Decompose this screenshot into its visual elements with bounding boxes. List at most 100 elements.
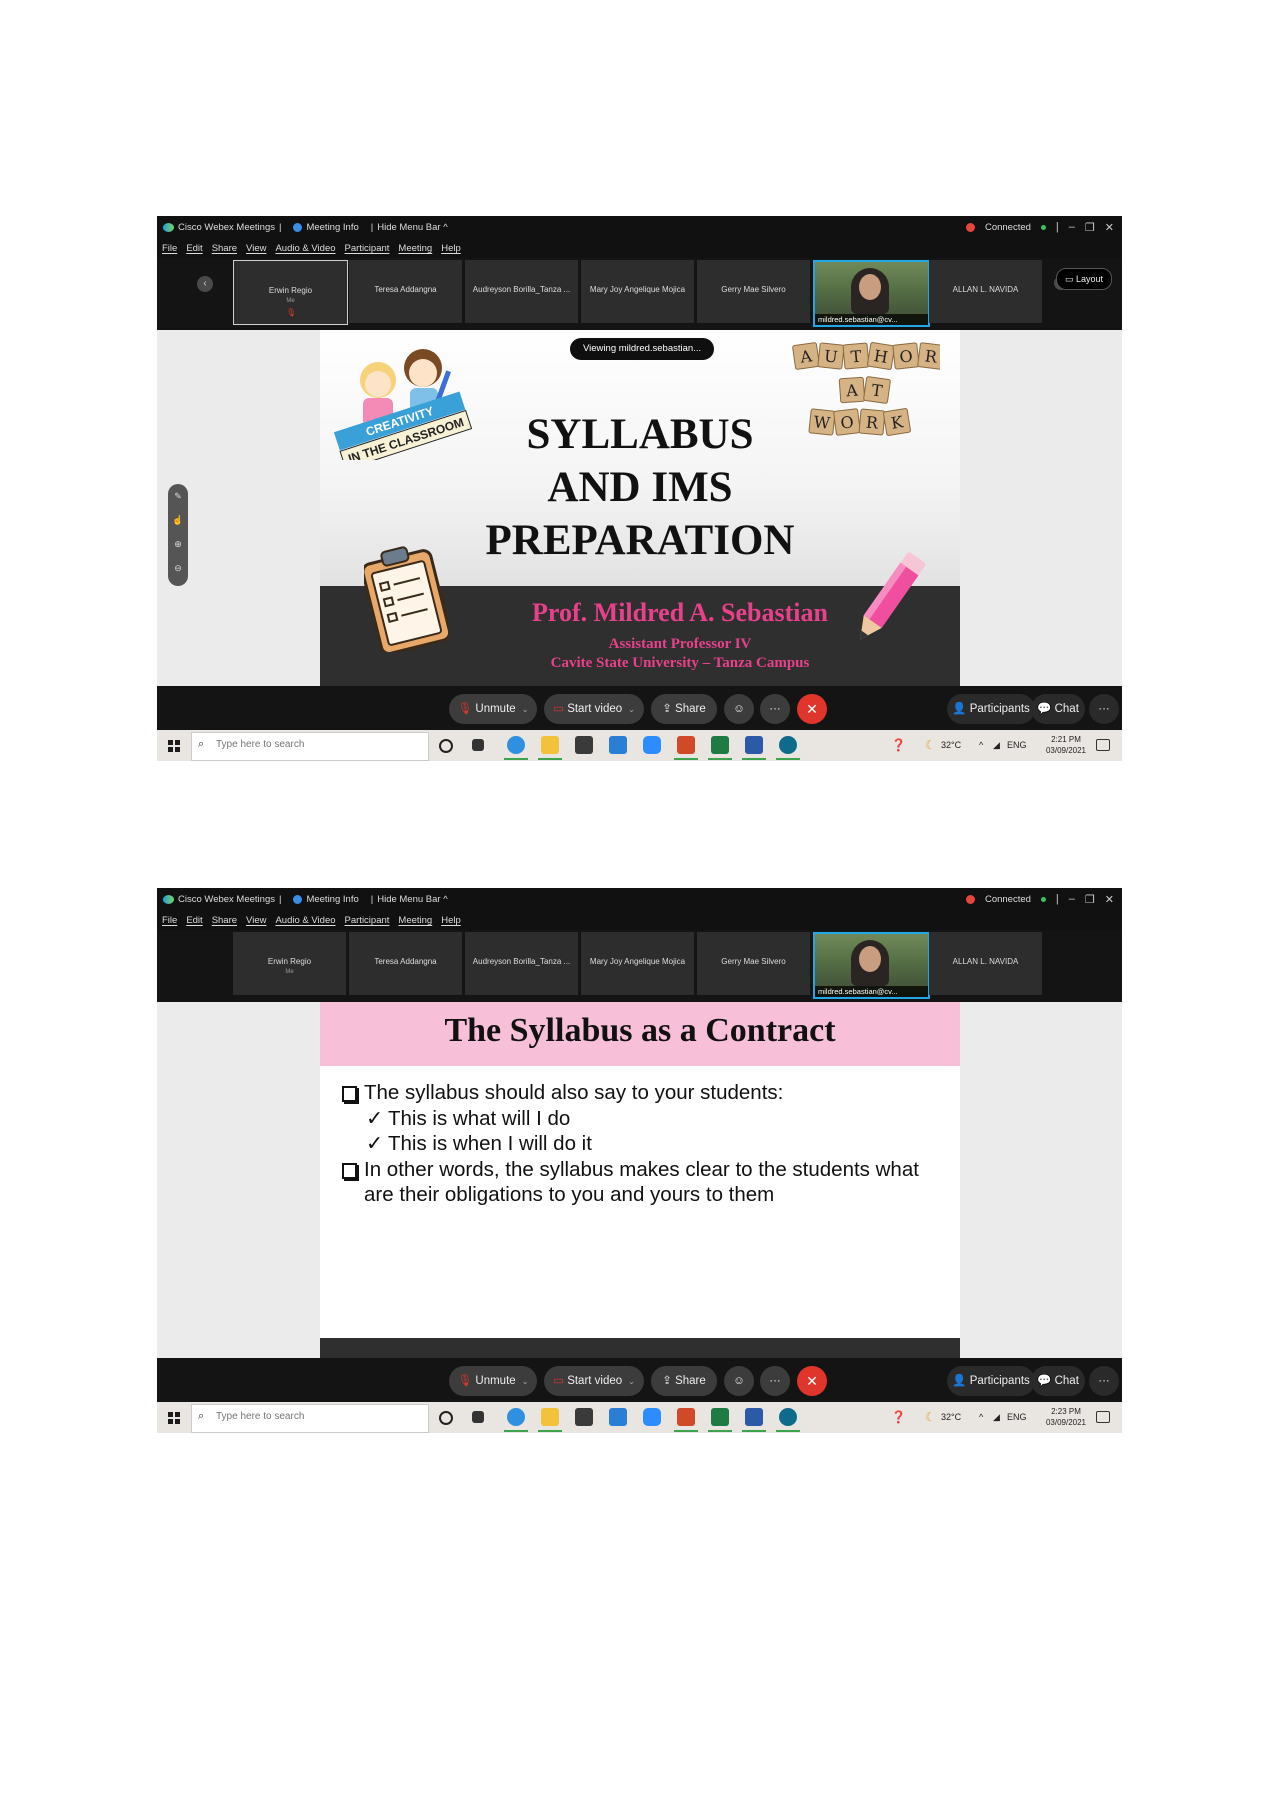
- meeting-info-button[interactable]: Meeting Info: [306, 894, 358, 905]
- participant-tile[interactable]: Gerry Mae Silvero: [697, 932, 810, 995]
- file-explorer-icon[interactable]: [538, 1408, 562, 1432]
- start-video-button[interactable]: ▭ Start video ⌄: [544, 694, 644, 724]
- chevron-up-icon[interactable]: ^: [979, 730, 983, 761]
- minimize-icon[interactable]: –: [1069, 221, 1075, 233]
- chevron-left-icon[interactable]: ‹: [197, 276, 213, 292]
- task-view-icon[interactable]: [472, 739, 484, 751]
- participant-tile[interactable]: Mary Joy Angelique Mojica: [581, 932, 694, 995]
- word-icon[interactable]: [742, 1408, 766, 1432]
- hide-menu-bar-button[interactable]: Hide Menu Bar ^: [377, 894, 447, 905]
- menu-audio-video[interactable]: Audio & Video: [275, 243, 335, 254]
- participant-video-tile[interactable]: mildred.sebastian@cv...: [813, 932, 930, 999]
- mail-icon[interactable]: [609, 736, 627, 754]
- more-options-button[interactable]: ···: [760, 694, 790, 724]
- menu-help[interactable]: Help: [441, 243, 461, 254]
- zoom-icon[interactable]: [643, 736, 661, 754]
- participants-button[interactable]: 👤 Participants: [947, 694, 1035, 724]
- participant-tile[interactable]: Erwin Regio Me: [233, 932, 346, 995]
- reactions-button[interactable]: ☺: [724, 694, 754, 724]
- participant-tile[interactable]: Audreyson Borilla_Tanza ...: [465, 932, 578, 995]
- chevron-up-icon[interactable]: ^: [979, 1402, 983, 1433]
- store-icon[interactable]: [575, 1408, 593, 1426]
- system-clock[interactable]: 2:21 PM 03/09/2021: [1046, 734, 1086, 756]
- temperature[interactable]: 32°C: [941, 730, 961, 761]
- notifications-icon[interactable]: [1096, 1411, 1110, 1423]
- close-icon[interactable]: ✕: [1105, 221, 1114, 234]
- participant-tile[interactable]: ALLAN L. NAVIDA: [929, 932, 1042, 995]
- connection-status[interactable]: Connected: [985, 222, 1031, 233]
- chevron-down-icon[interactable]: ⌄: [522, 1377, 529, 1386]
- search-input[interactable]: [214, 738, 418, 751]
- zoom-icon[interactable]: [643, 1408, 661, 1426]
- participant-video-tile[interactable]: mildred.sebastian@cv...: [813, 260, 930, 327]
- share-button[interactable]: ⇪ Share: [651, 694, 717, 724]
- layout-button[interactable]: ▭ Layout: [1055, 268, 1112, 290]
- close-icon[interactable]: ✕: [1105, 893, 1114, 906]
- menu-meeting[interactable]: Meeting: [398, 915, 432, 926]
- chat-button[interactable]: 💬 Chat: [1031, 694, 1085, 724]
- webex-taskbar-icon[interactable]: [776, 1408, 800, 1432]
- menu-view[interactable]: View: [246, 243, 266, 254]
- menu-participant[interactable]: Participant: [345, 243, 390, 254]
- cortana-icon[interactable]: [439, 739, 453, 753]
- participant-tile[interactable]: Audreyson Borilla_Tanza ...: [465, 260, 578, 323]
- windows-start-icon[interactable]: [168, 740, 180, 752]
- menu-audio-video[interactable]: Audio & Video: [275, 915, 335, 926]
- wifi-icon[interactable]: ◢: [993, 1402, 1000, 1433]
- language-indicator[interactable]: ENG: [1007, 1402, 1027, 1433]
- unmute-button[interactable]: 🎙 Unmute ⌄: [449, 1366, 537, 1396]
- help-icon[interactable]: ❓: [891, 730, 906, 761]
- participant-tile[interactable]: Teresa Addangna: [349, 932, 462, 995]
- powerpoint-icon[interactable]: [674, 1408, 698, 1432]
- windows-start-icon[interactable]: [168, 1412, 180, 1424]
- restore-icon[interactable]: ❐: [1085, 893, 1095, 906]
- search-input[interactable]: [214, 1410, 418, 1423]
- help-icon[interactable]: ❓: [891, 1402, 906, 1433]
- zoom-out-icon[interactable]: ⊖: [168, 556, 188, 580]
- menu-meeting[interactable]: Meeting: [398, 243, 432, 254]
- temperature[interactable]: 32°C: [941, 1402, 961, 1433]
- wifi-icon[interactable]: ◢: [993, 730, 1000, 761]
- edge-icon[interactable]: [504, 1408, 528, 1432]
- zoom-in-icon[interactable]: ⊕: [168, 532, 188, 556]
- task-view-icon[interactable]: [472, 1411, 484, 1423]
- menu-file[interactable]: File: [162, 243, 177, 254]
- powerpoint-icon[interactable]: [674, 736, 698, 760]
- unmute-button[interactable]: 🎙 Unmute ⌄: [449, 694, 537, 724]
- taskbar-search[interactable]: ⌕: [191, 1404, 429, 1433]
- chevron-down-icon[interactable]: ⌄: [628, 1377, 635, 1386]
- word-icon[interactable]: [742, 736, 766, 760]
- cortana-icon[interactable]: [439, 1411, 453, 1425]
- pointer-icon[interactable]: ☝: [168, 508, 188, 532]
- participant-tile[interactable]: ALLAN L. NAVIDA: [929, 260, 1042, 323]
- connection-status[interactable]: Connected: [985, 894, 1031, 905]
- panel-more-button[interactable]: ···: [1089, 1366, 1119, 1396]
- more-options-button[interactable]: ···: [760, 1366, 790, 1396]
- menu-share[interactable]: Share: [212, 243, 237, 254]
- menu-participant[interactable]: Participant: [345, 915, 390, 926]
- store-icon[interactable]: [575, 736, 593, 754]
- leave-meeting-button[interactable]: ✕: [797, 694, 827, 724]
- restore-icon[interactable]: ❐: [1085, 221, 1095, 234]
- menu-edit[interactable]: Edit: [186, 243, 202, 254]
- start-video-button[interactable]: ▭ Start video ⌄: [544, 1366, 644, 1396]
- file-explorer-icon[interactable]: [538, 736, 562, 760]
- webex-taskbar-icon[interactable]: [776, 736, 800, 760]
- menu-view[interactable]: View: [246, 915, 266, 926]
- meeting-info-button[interactable]: Meeting Info: [306, 222, 358, 233]
- system-clock[interactable]: 2:23 PM 03/09/2021: [1046, 1406, 1086, 1428]
- chevron-down-icon[interactable]: ⌄: [628, 705, 635, 714]
- taskbar-search[interactable]: ⌕: [191, 732, 429, 761]
- participant-tile[interactable]: Teresa Addangna: [349, 260, 462, 323]
- excel-icon[interactable]: [708, 1408, 732, 1432]
- excel-icon[interactable]: [708, 736, 732, 760]
- panel-more-button[interactable]: ···: [1089, 694, 1119, 724]
- annotate-icon[interactable]: ✎: [168, 484, 188, 508]
- share-button[interactable]: ⇪ Share: [651, 1366, 717, 1396]
- menu-help[interactable]: Help: [441, 915, 461, 926]
- language-indicator[interactable]: ENG: [1007, 730, 1027, 761]
- participant-tile[interactable]: Gerry Mae Silvero: [697, 260, 810, 323]
- hide-menu-bar-button[interactable]: Hide Menu Bar ^: [377, 222, 447, 233]
- chevron-down-icon[interactable]: ⌄: [522, 705, 529, 714]
- participant-tile[interactable]: Mary Joy Angelique Mojica: [581, 260, 694, 323]
